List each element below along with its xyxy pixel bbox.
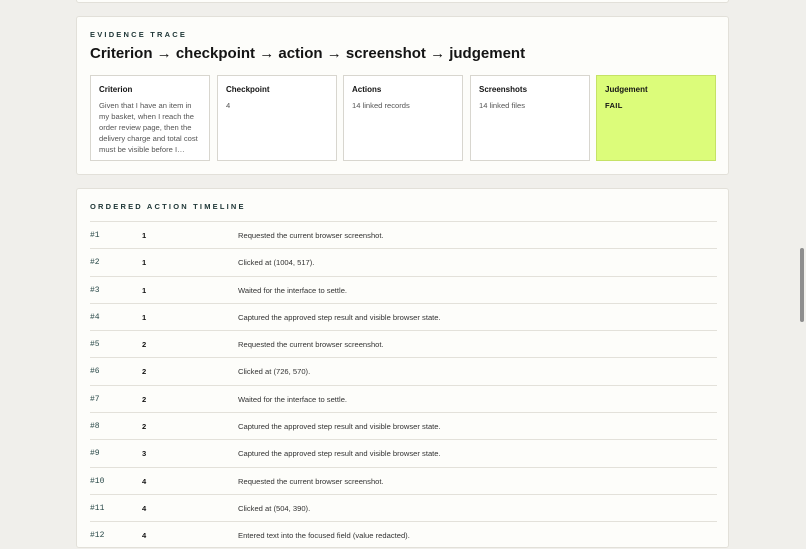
card-title: Checkpoint (226, 85, 270, 94)
action-index: #3 (90, 285, 100, 295)
checkpoint-number: 1 (142, 231, 147, 240)
card-title: Judgement (605, 85, 648, 94)
action-index: #6 (90, 367, 100, 377)
checkpoint-number: 2 (142, 394, 147, 404)
action-index: #2 (90, 258, 100, 268)
card-title: Screenshots (479, 85, 528, 94)
timeline-row: #10 4 Requested the current browser screen… (90, 466, 717, 494)
timeline-list: #1 1 Requested the current browser screens… (90, 221, 717, 549)
timeline-row: #7 2 Waited for the interface to settle. (90, 384, 717, 412)
timeline-row: #11 4 Clicked at (504, 390). (90, 493, 717, 521)
action-index: #5 (90, 340, 100, 350)
action-description: Clicked at (726, 570). (238, 367, 311, 377)
timeline-row: #12 4 Entered text into the focused field … (90, 521, 717, 548)
action-index: #9 (90, 449, 100, 459)
card-title: Criterion (99, 85, 133, 94)
criterion-card: Criterion Given that I have an item in m… (90, 75, 210, 161)
action-description: Clicked at (504, 390). (238, 503, 311, 513)
checkpoint-number: 2 (142, 367, 147, 377)
action-description: Entered text into the focused field (val… (238, 531, 410, 541)
action-description: Waited for the interface to settle. (238, 394, 348, 404)
checkpoint-number: 4 (142, 476, 147, 486)
action-timeline-panel: ORDERED ACTION TIMELINE #1 1 Requested the… (76, 188, 729, 548)
action-description: Requested the current browser screenshot… (238, 231, 384, 240)
checkpoint-number: 4 (142, 503, 147, 513)
timeline-row: #8 2 Captured the approved step result and… (90, 412, 717, 439)
action-index: #12 (90, 531, 105, 541)
action-description: Captured the approved step result and vi… (238, 449, 441, 459)
action-index: #10 (90, 476, 105, 486)
action-description: Captured the approved step result and vi… (238, 312, 441, 322)
previous-panel (76, 0, 729, 3)
actions-count: 14 linked records (352, 101, 410, 110)
checkpoint-number: 1 (142, 285, 147, 295)
timeline-row: #3 1 Waited for the interface to settle. (90, 275, 717, 303)
action-index: #4 (90, 312, 100, 322)
checkpoint-value: 4 (226, 101, 231, 110)
timeline-row: #1 1 Requested the current browser screens… (90, 221, 717, 248)
timeline-row: #4 1 Captured the approved step result and… (90, 302, 717, 330)
evidence-trace-eyebrow: EVIDENCE TRACE (90, 30, 188, 39)
action-description: Captured the approved step result and vi… (238, 422, 441, 432)
timeline-row: #2 1 Clicked at (1004, 517). (90, 248, 717, 275)
action-index: #8 (90, 422, 100, 432)
screenshots-card[interactable]: Screenshots 14 linked files (470, 75, 590, 161)
action-description: Waited for the interface to settle. (238, 285, 348, 295)
checkpoint-card: Checkpoint 4 (217, 75, 337, 161)
timeline-row: #9 3 Captured the approved step result and… (90, 439, 717, 466)
action-index: #1 (90, 231, 100, 240)
timeline-eyebrow: ORDERED ACTION TIMELINE (90, 202, 246, 211)
actions-card[interactable]: Actions 14 linked records (343, 75, 463, 161)
screenshots-count: 14 linked files (479, 101, 526, 110)
judgement-card: Judgement FAIL (596, 75, 716, 161)
evidence-trace-title: Criterion → checkpoint → action → screen… (90, 45, 526, 62)
card-title: Actions (352, 85, 382, 94)
page-scrollbar[interactable] (800, 248, 804, 322)
criterion-text: Given that I have an item in my basket, … (99, 101, 198, 154)
checkpoint-number: 1 (142, 312, 147, 322)
judgement-status-badge: FAIL (605, 101, 623, 110)
timeline-row: #6 2 Clicked at (726, 570). (90, 357, 717, 384)
checkpoint-number: 3 (142, 449, 147, 459)
checkpoint-number: 4 (142, 531, 147, 541)
action-description: Requested the current browser screenshot… (238, 476, 384, 486)
action-description: Requested the current browser screenshot… (238, 340, 384, 350)
action-index: #7 (90, 394, 100, 404)
evidence-trace-panel: EVIDENCE TRACE Criterion → checkpoint → … (76, 16, 729, 175)
checkpoint-number: 2 (142, 422, 147, 432)
checkpoint-number: 2 (142, 340, 147, 350)
timeline-row: #5 2 Requested the current browser screens… (90, 330, 717, 357)
checkpoint-number: 1 (142, 258, 147, 268)
action-description: Clicked at (1004, 517). (238, 258, 315, 268)
action-index: #11 (90, 503, 105, 513)
